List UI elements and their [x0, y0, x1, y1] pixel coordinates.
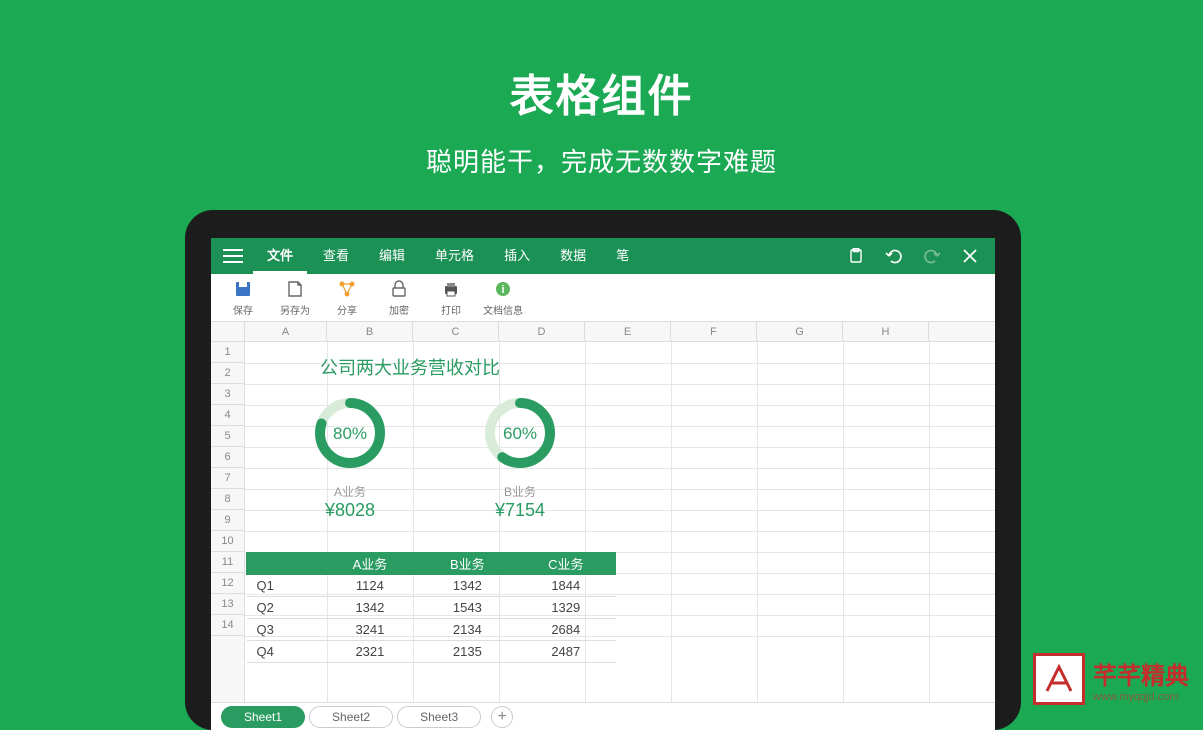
row-header[interactable]: 12 — [211, 573, 244, 594]
donut-b: 60% B业务 ¥7154 — [455, 394, 585, 521]
tool-icon — [321, 279, 373, 299]
row-header[interactable]: 9 — [211, 510, 244, 531]
menu-tab-3[interactable]: 单元格 — [421, 238, 488, 274]
paste-icon[interactable] — [847, 247, 865, 265]
toolbar: 保存另存为分享加密打印i文档信息 — [211, 274, 995, 322]
hamburger-icon[interactable] — [219, 249, 247, 263]
close-icon[interactable] — [961, 247, 979, 265]
menu-tab-4[interactable]: 插入 — [490, 238, 544, 274]
col-header[interactable]: C — [413, 322, 499, 341]
tool-3[interactable]: 加密 — [373, 279, 425, 317]
row-header[interactable]: 14 — [211, 615, 244, 636]
sheet-tab[interactable]: Sheet3 — [397, 706, 481, 728]
tool-icon — [373, 279, 425, 299]
donut-a-label: A业务 — [285, 483, 415, 500]
column-header-row: ABCDEFGH — [211, 322, 995, 342]
col-header[interactable]: F — [671, 322, 757, 341]
row-header[interactable]: 5 — [211, 426, 244, 447]
donut-a: 80% A业务 ¥8028 — [285, 394, 415, 521]
tool-icon — [217, 279, 269, 299]
tool-4[interactable]: 打印 — [425, 279, 477, 317]
table-row: Q2134215431329 — [247, 597, 616, 619]
row-header[interactable]: 10 — [211, 531, 244, 552]
sheet-tab[interactable]: Sheet1 — [221, 706, 305, 728]
app-screen: 文件查看编辑单元格插入数据笔 保存另存为分享加密打印i文档信息 ABCDEFGH — [211, 238, 995, 730]
watermark-subtext: www.myqqjd.com — [1093, 691, 1189, 703]
chart-title: 公司两大业务营收对比 — [245, 354, 575, 380]
data-table: A业务B业务C业务Q1112413421844Q2134215431329Q33… — [246, 552, 616, 663]
table-header: A业务 — [321, 553, 418, 575]
donut-b-value: ¥7154 — [455, 500, 585, 521]
table-header — [247, 553, 322, 575]
headline-subtitle: 聪明能干，完成无数数字难题 — [0, 142, 1203, 179]
svg-text:60%: 60% — [503, 424, 537, 443]
table-header: C业务 — [516, 553, 615, 575]
undo-icon[interactable] — [885, 247, 903, 265]
svg-text:80%: 80% — [333, 424, 367, 443]
menu-tab-2[interactable]: 编辑 — [365, 238, 419, 274]
tool-0[interactable]: 保存 — [217, 279, 269, 317]
row-header[interactable]: 4 — [211, 405, 244, 426]
add-sheet-button[interactable]: + — [491, 706, 513, 728]
table-row: Q4232121352487 — [247, 641, 616, 663]
tool-icon — [425, 279, 477, 299]
tool-icon: i — [477, 279, 529, 299]
col-header[interactable]: B — [327, 322, 413, 341]
donut-a-value: ¥8028 — [285, 500, 415, 521]
menu-tab-1[interactable]: 查看 — [309, 238, 363, 274]
row-header[interactable]: 6 — [211, 447, 244, 468]
watermark-text: 芊芊精典 — [1093, 656, 1189, 691]
row-header[interactable]: 8 — [211, 489, 244, 510]
col-header[interactable]: D — [499, 322, 585, 341]
menu-tab-6[interactable]: 笔 — [602, 238, 643, 274]
headline-title: 表格组件 — [0, 60, 1203, 124]
row-header[interactable]: 1 — [211, 342, 244, 363]
table-row: Q1112413421844 — [247, 575, 616, 597]
menu-bar: 文件查看编辑单元格插入数据笔 — [211, 238, 995, 274]
svg-text:i: i — [501, 284, 504, 296]
redo-icon[interactable] — [923, 247, 941, 265]
table-row: Q3324121342684 — [247, 619, 616, 641]
row-header[interactable]: 13 — [211, 594, 244, 615]
row-header[interactable]: 3 — [211, 384, 244, 405]
row-header[interactable]: 2 — [211, 363, 244, 384]
tool-icon — [269, 279, 321, 299]
col-header[interactable]: E — [585, 322, 671, 341]
watermark: 芊芊精典 www.myqqjd.com — [1033, 653, 1189, 705]
col-header[interactable]: A — [245, 322, 327, 341]
row-header[interactable]: 7 — [211, 468, 244, 489]
tablet-frame: 文件查看编辑单元格插入数据笔 保存另存为分享加密打印i文档信息 ABCDEFGH — [185, 210, 1021, 730]
row-header[interactable]: 11 — [211, 552, 244, 573]
menu-tab-5[interactable]: 数据 — [546, 238, 600, 274]
watermark-logo-icon — [1033, 653, 1085, 705]
donut-b-label: B业务 — [455, 483, 585, 500]
table-header: B业务 — [419, 553, 516, 575]
tool-5[interactable]: i文档信息 — [477, 279, 529, 317]
tool-1[interactable]: 另存为 — [269, 279, 321, 317]
col-header[interactable]: H — [843, 322, 929, 341]
col-header[interactable]: G — [757, 322, 843, 341]
spreadsheet-grid[interactable]: 1234567891011121314 公司两大业务营收对比 80% A业务 ¥… — [211, 342, 995, 702]
sheet-tab-bar: Sheet1Sheet2Sheet3 + — [211, 702, 995, 730]
sheet-tab[interactable]: Sheet2 — [309, 706, 393, 728]
menu-tab-0[interactable]: 文件 — [253, 238, 307, 274]
tool-2[interactable]: 分享 — [321, 279, 373, 317]
